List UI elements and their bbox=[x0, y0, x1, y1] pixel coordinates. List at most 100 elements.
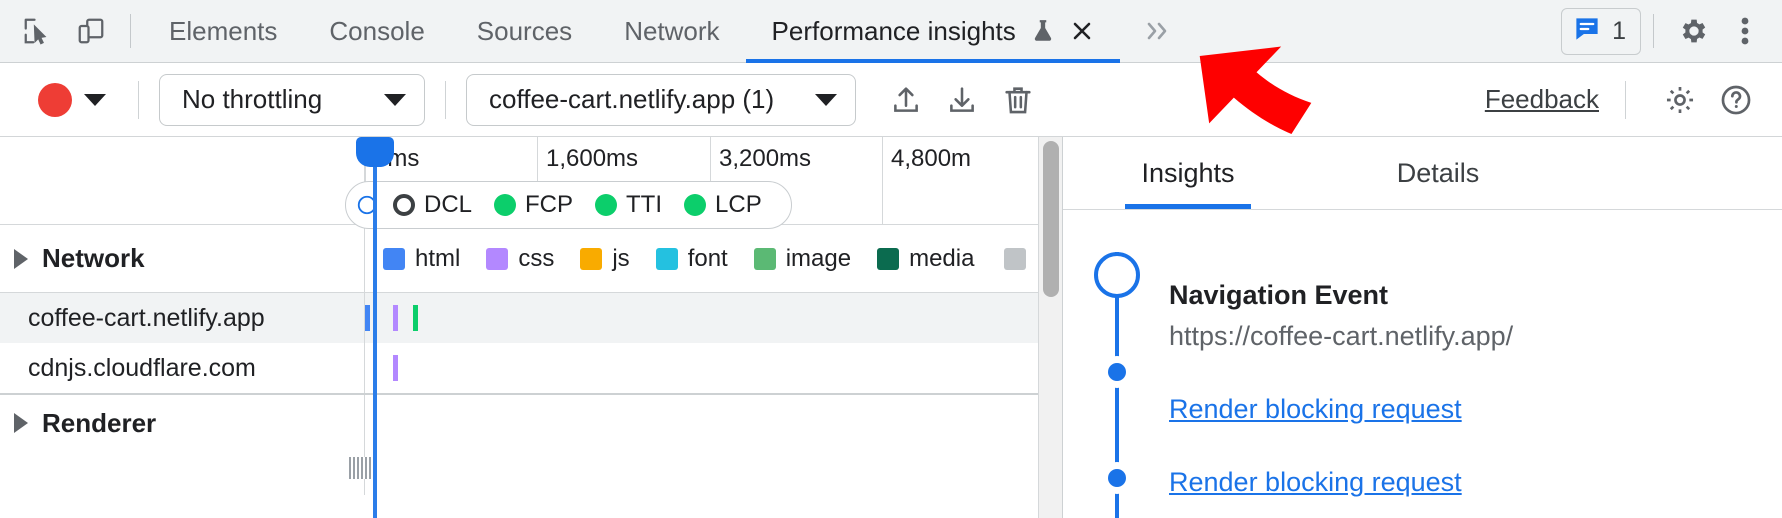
legend-swatch bbox=[877, 248, 899, 270]
legend-font: font bbox=[656, 245, 728, 273]
legend-label: font bbox=[688, 245, 728, 273]
render-blocking-request-link-1[interactable]: Render blocking request bbox=[1169, 394, 1782, 425]
legend-label: css bbox=[518, 245, 554, 273]
insights-body: Navigation Event https://coffee-cart.net… bbox=[1063, 210, 1782, 518]
panel-tabs: Elements Console Sources Network Perform… bbox=[143, 0, 1196, 63]
timeline-scrollbar[interactable] bbox=[1038, 137, 1062, 518]
issues-count: 1 bbox=[1612, 17, 1626, 46]
tab-label: Network bbox=[624, 16, 719, 47]
request-bar bbox=[393, 355, 398, 381]
tab-network[interactable]: Network bbox=[598, 0, 745, 63]
legend-swatch bbox=[656, 248, 678, 270]
record-options-chevron-down-icon[interactable] bbox=[72, 77, 118, 123]
frames-row[interactable] bbox=[0, 451, 1062, 495]
tab-details[interactable]: Details bbox=[1313, 137, 1563, 209]
request-track bbox=[365, 343, 1062, 393]
table-row[interactable]: cdnjs.cloudflare.com bbox=[0, 343, 1062, 393]
timeline-playhead[interactable] bbox=[373, 143, 377, 518]
help-icon[interactable] bbox=[1708, 72, 1764, 128]
navigation-node-icon bbox=[1094, 252, 1140, 298]
legend-label: media bbox=[909, 245, 974, 273]
chevron-down-icon bbox=[815, 94, 837, 106]
tti-marker-icon bbox=[595, 194, 617, 216]
legend-swatch bbox=[754, 248, 776, 270]
insight-node-icon bbox=[1101, 462, 1133, 494]
throttling-select[interactable]: No throttling bbox=[159, 74, 425, 126]
tab-label: Performance insights bbox=[772, 16, 1016, 47]
tab-console[interactable]: Console bbox=[303, 0, 450, 63]
tab-performance-insights[interactable]: Performance insights bbox=[746, 0, 1120, 63]
fcp-marker-icon bbox=[494, 194, 516, 216]
marker-label: DCL bbox=[424, 191, 472, 219]
tabbar-right-divider bbox=[1653, 14, 1654, 48]
legend-media: media bbox=[877, 245, 974, 273]
device-toolbar-icon[interactable] bbox=[64, 4, 118, 58]
scrollbar-thumb[interactable] bbox=[1043, 141, 1059, 297]
request-bar bbox=[413, 305, 418, 331]
legend-swatch bbox=[486, 248, 508, 270]
marker-dcl[interactable]: DCL bbox=[382, 191, 483, 219]
marker-tti[interactable]: TTI bbox=[584, 191, 673, 219]
legend-label: image bbox=[786, 245, 851, 273]
perfbar-right-controls: Feedback bbox=[1485, 72, 1782, 128]
record-button[interactable] bbox=[38, 83, 72, 117]
chevron-down-icon bbox=[384, 94, 406, 106]
tab-label: Insights bbox=[1141, 158, 1234, 189]
inspect-cursor-icon[interactable] bbox=[10, 4, 64, 58]
marker-fcp[interactable]: FCP bbox=[483, 191, 584, 219]
render-blocking-request-link-2[interactable]: Render blocking request bbox=[1169, 467, 1782, 498]
upload-icon[interactable] bbox=[878, 72, 934, 128]
group-label: Network bbox=[42, 243, 145, 274]
kebab-menu-icon[interactable] bbox=[1722, 3, 1768, 59]
legend-swatch bbox=[383, 248, 405, 270]
legend-css: css bbox=[486, 245, 554, 273]
tabbar-right-controls: 1 bbox=[1561, 0, 1782, 63]
devtools-window: Elements Console Sources Network Perform… bbox=[0, 0, 1782, 518]
trash-icon[interactable] bbox=[990, 72, 1046, 128]
feedback-link[interactable]: Feedback bbox=[1485, 84, 1599, 115]
tab-sources[interactable]: Sources bbox=[451, 0, 598, 63]
page-select[interactable]: coffee-cart.netlify.app (1) bbox=[466, 74, 856, 126]
tab-label: Details bbox=[1397, 158, 1480, 189]
legend-image: image bbox=[754, 245, 851, 273]
group-label: Renderer bbox=[42, 408, 156, 439]
lcp-marker-icon bbox=[684, 194, 706, 216]
marker-label: TTI bbox=[626, 191, 662, 219]
tab-label: Elements bbox=[169, 16, 277, 47]
more-tabs-chevron-icon[interactable] bbox=[1120, 0, 1196, 63]
expand-triangle-icon bbox=[14, 413, 28, 433]
dcl-marker-icon bbox=[393, 194, 415, 216]
renderer-group-header[interactable]: Renderer bbox=[0, 395, 1062, 451]
legend-swatch-other bbox=[1004, 248, 1026, 270]
network-group-header[interactable]: Network html css js bbox=[0, 225, 1062, 293]
gear-icon[interactable] bbox=[1652, 72, 1708, 128]
timing-markers: DCL FCP TTI LCP bbox=[345, 181, 792, 229]
frame-block bbox=[349, 457, 371, 479]
download-icon[interactable] bbox=[934, 72, 990, 128]
tab-insights[interactable]: Insights bbox=[1063, 137, 1313, 209]
table-row[interactable]: coffee-cart.netlify.app bbox=[0, 293, 1062, 343]
request-name: coffee-cart.netlify.app bbox=[0, 293, 365, 343]
request-track bbox=[365, 293, 1062, 343]
marker-lcp[interactable]: LCP bbox=[673, 191, 773, 219]
issues-message-icon bbox=[1572, 14, 1602, 49]
network-type-legend: html css js font bbox=[365, 225, 1062, 292]
performance-toolbar: No throttling coffee-cart.netlify.app (1… bbox=[0, 63, 1782, 137]
close-icon[interactable] bbox=[1070, 19, 1094, 43]
network-group-title[interactable]: Network bbox=[0, 225, 365, 292]
frames-gutter bbox=[0, 451, 365, 495]
toolbar-divider bbox=[130, 14, 131, 48]
legend-swatch bbox=[580, 248, 602, 270]
insight-node-icon bbox=[1101, 356, 1133, 388]
event-title: Navigation Event bbox=[1169, 280, 1782, 311]
tab-label: Sources bbox=[477, 16, 572, 47]
event-url: https://coffee-cart.netlify.app/ bbox=[1169, 321, 1782, 352]
legend-label: js bbox=[612, 245, 629, 273]
issues-button[interactable]: 1 bbox=[1561, 8, 1641, 55]
gear-icon[interactable] bbox=[1666, 3, 1722, 59]
legend-js: js bbox=[580, 245, 629, 273]
main-area: 0ms 1,600ms 3,200ms 4,800m DCL FCP bbox=[0, 137, 1782, 518]
page-value: coffee-cart.netlify.app (1) bbox=[489, 84, 774, 115]
tab-elements[interactable]: Elements bbox=[143, 0, 303, 63]
expand-triangle-icon bbox=[14, 249, 28, 269]
